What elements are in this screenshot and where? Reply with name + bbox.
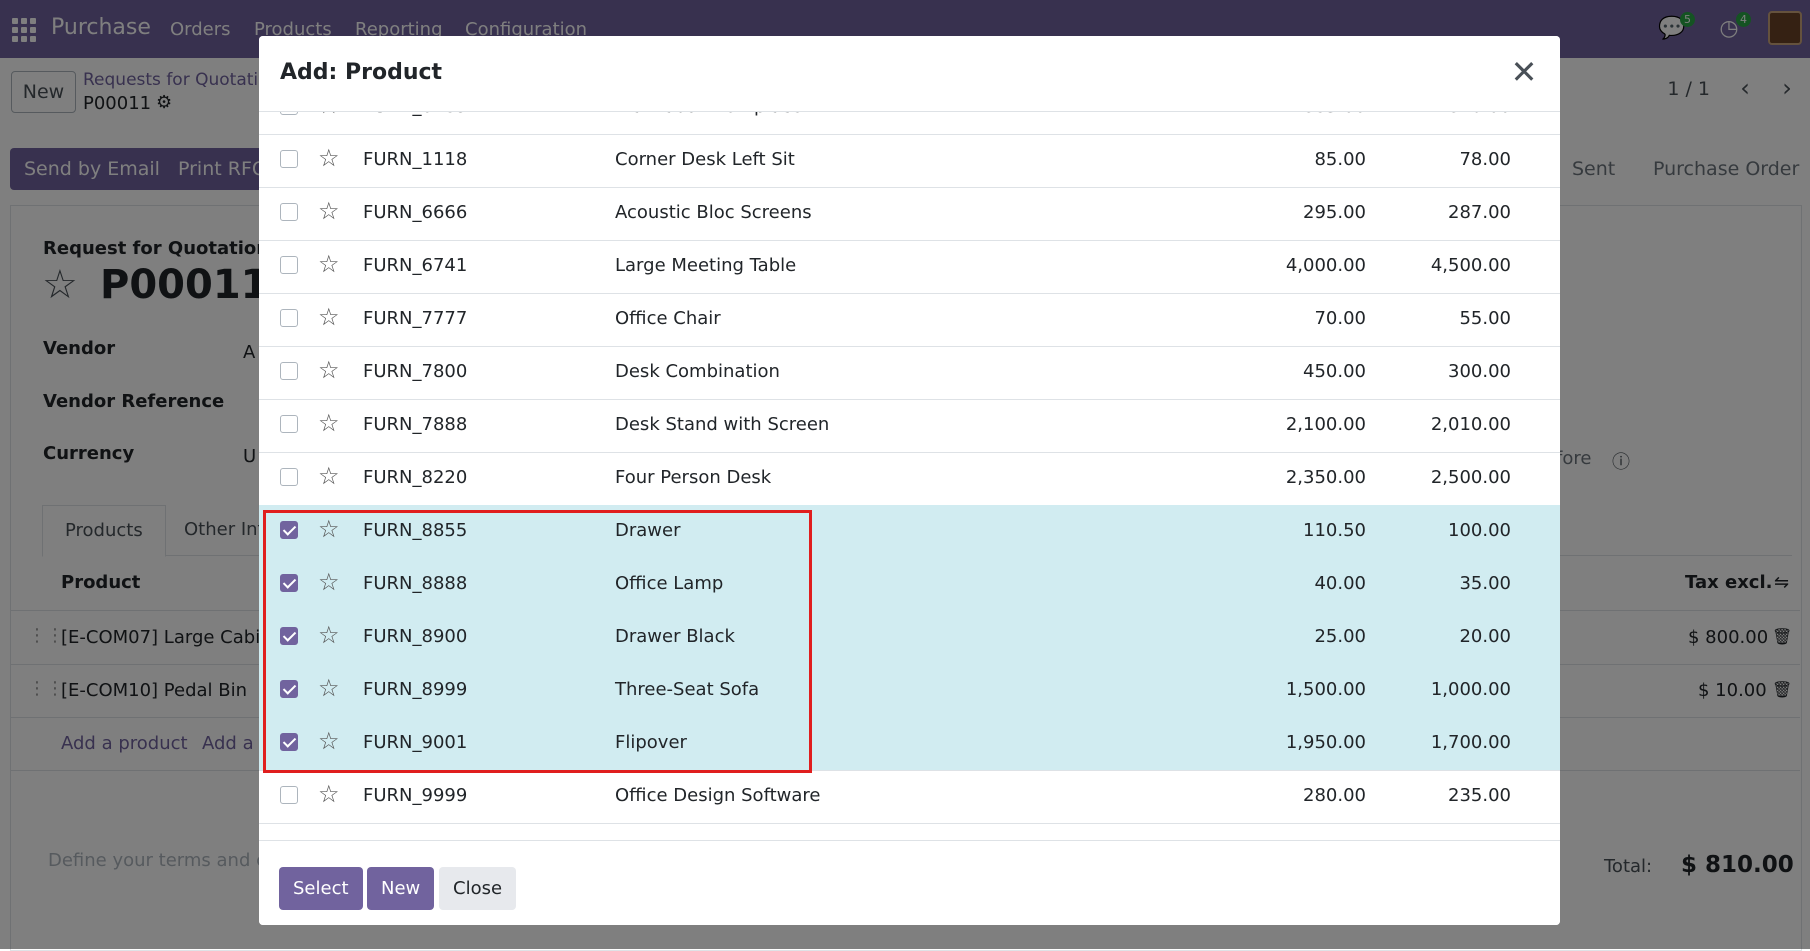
favorite-star-icon[interactable]: ☆: [318, 357, 340, 383]
cost-price: 100.00: [1448, 520, 1511, 541]
row-checkbox[interactable]: [280, 150, 298, 168]
cost-price: 235.00: [1448, 785, 1511, 806]
product-name: Office Design Software: [615, 785, 821, 806]
sales-price: 110.50: [1303, 520, 1366, 541]
close-icon[interactable]: ✕: [1502, 50, 1546, 94]
product-name: Corner Desk Left Sit: [615, 149, 795, 170]
add-product-dialog: Add: Product ✕ ☆ FURN_0789 Individual Wo…: [259, 36, 1560, 925]
new-button[interactable]: New: [367, 867, 435, 910]
favorite-star-icon[interactable]: ☆: [318, 198, 340, 224]
row-checkbox[interactable]: [280, 256, 298, 274]
product-name: Office Chair: [615, 308, 721, 329]
product-reference: FURN_7777: [363, 308, 468, 329]
favorite-star-icon[interactable]: ☆: [318, 145, 340, 171]
product-reference: FURN_8220: [363, 467, 468, 488]
product-reference: FURN_1118: [363, 149, 468, 170]
sales-price: 25.00: [1314, 626, 1366, 647]
sales-price: 70.00: [1314, 308, 1366, 329]
sales-price: 2,350.00: [1285, 467, 1366, 488]
sales-price: 450.00: [1303, 361, 1366, 382]
list-item[interactable]: ☆ FURN_7777 Office Chair 70.00 55.00: [259, 293, 1560, 347]
product-reference: FURN_9999: [363, 785, 468, 806]
dialog-title: Add: Product: [280, 60, 443, 85]
list-item[interactable]: ☆ FURN_7800 Desk Combination 450.00 300.…: [259, 346, 1560, 400]
selection-highlight-box: [263, 510, 812, 773]
product-reference: FURN_7800: [363, 361, 468, 382]
list-item[interactable]: ☆ FURN_8220 Four Person Desk 2,350.00 2,…: [259, 452, 1560, 506]
row-checkbox[interactable]: [280, 786, 298, 804]
favorite-star-icon[interactable]: ☆: [318, 410, 340, 436]
product-reference: FURN_7888: [363, 414, 468, 435]
product-name: Four Person Desk: [615, 467, 772, 488]
row-checkbox[interactable]: [280, 309, 298, 327]
cost-price: 55.00: [1459, 308, 1511, 329]
list-item[interactable]: ☆ FURN_6741 Large Meeting Table 4,000.00…: [259, 240, 1560, 294]
cost-price: 4,500.00: [1430, 255, 1511, 276]
cost-price: 287.00: [1448, 202, 1511, 223]
cost-price: 2,500.00: [1430, 467, 1511, 488]
cost-price: 1,000.00: [1430, 679, 1511, 700]
sales-price: 280.00: [1303, 785, 1366, 806]
sales-price: 4,000.00: [1285, 255, 1366, 276]
sales-price: 85.00: [1314, 149, 1366, 170]
product-reference: FURN_6741: [363, 255, 468, 276]
sales-price: 295.00: [1303, 202, 1366, 223]
row-checkbox[interactable]: [280, 362, 298, 380]
sales-price: 1,500.00: [1285, 679, 1366, 700]
product-name: Large Meeting Table: [615, 255, 797, 276]
row-checkbox[interactable]: [280, 415, 298, 433]
cost-price: 78.00: [1459, 149, 1511, 170]
row-checkbox[interactable]: [280, 468, 298, 486]
list-item[interactable]: ☆ FURN_9999 Office Design Software 280.0…: [259, 770, 1560, 824]
sales-price: 1,950.00: [1285, 732, 1366, 753]
cost-price: 1,700.00: [1430, 732, 1511, 753]
sales-price: 40.00: [1314, 573, 1366, 594]
product-name: Desk Stand with Screen: [615, 414, 830, 435]
favorite-star-icon[interactable]: ☆: [318, 781, 340, 807]
favorite-star-icon[interactable]: ☆: [318, 304, 340, 330]
product-name: Acoustic Bloc Screens: [615, 202, 812, 223]
sales-price: 2,100.00: [1285, 414, 1366, 435]
dialog-header: Add: Product ✕: [259, 36, 1560, 112]
row-checkbox[interactable]: [280, 203, 298, 221]
dialog-footer: Select New Close: [259, 840, 1560, 925]
product-reference: FURN_6666: [363, 202, 468, 223]
cost-price: 2,010.00: [1430, 414, 1511, 435]
list-item[interactable]: ☆ FURN_7888 Desk Stand with Screen 2,100…: [259, 399, 1560, 453]
cost-price: 35.00: [1459, 573, 1511, 594]
product-name: Desk Combination: [615, 361, 780, 382]
favorite-star-icon[interactable]: ☆: [318, 251, 340, 277]
close-button[interactable]: Close: [439, 867, 517, 910]
select-button[interactable]: Select: [279, 867, 363, 910]
cost-price: 300.00: [1448, 361, 1511, 382]
cost-price: 20.00: [1459, 626, 1511, 647]
list-item[interactable]: ☆ FURN_6666 Acoustic Bloc Screens 295.00…: [259, 187, 1560, 241]
favorite-star-icon[interactable]: ☆: [318, 463, 340, 489]
list-item[interactable]: ☆ FURN_1118 Corner Desk Left Sit 85.00 7…: [259, 134, 1560, 188]
